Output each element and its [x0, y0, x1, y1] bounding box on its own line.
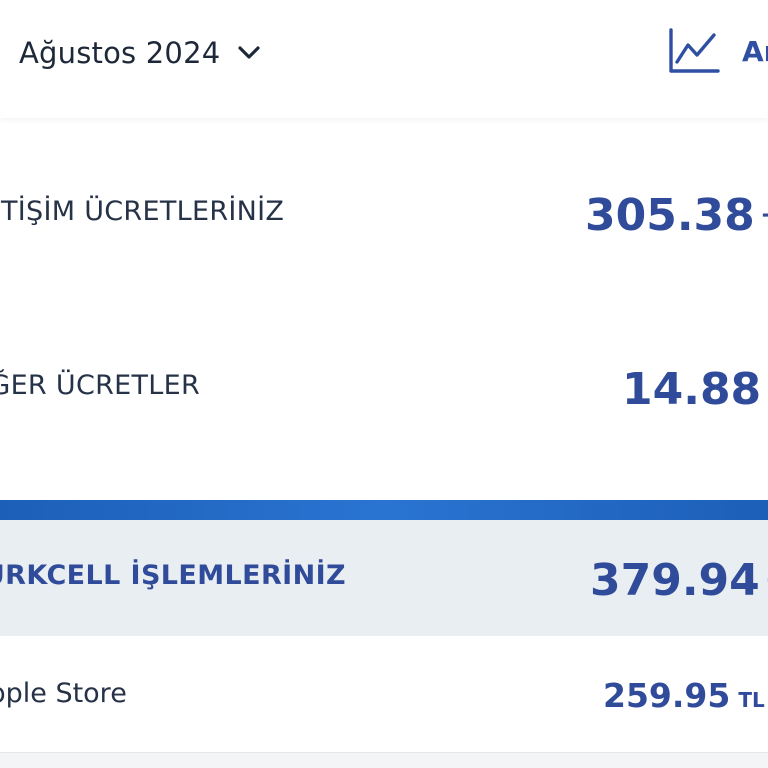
analysis-link[interactable]: Analiz — [668, 26, 768, 76]
screen: Ağustos 2024 Analiz İLETİŞİM ÜCRETLERİNİ… — [0, 0, 768, 768]
other-fees-amount: 14.88 TL — [622, 364, 768, 415]
communication-fees-currency: TL — [763, 211, 768, 236]
other-fees-label: DİĞER ÜCRETLER — [0, 370, 201, 401]
turkcell-transactions-amount: 379.94 TL — [590, 555, 768, 606]
line-chart-icon — [668, 28, 720, 74]
header: Ağustos 2024 Analiz — [0, 0, 768, 118]
apple-store-label: Apple Store — [0, 678, 127, 709]
communication-fees-label: İLETİŞİM ÜCRETLERİNİZ — [0, 196, 285, 227]
month-selector[interactable]: Ağustos 2024 — [19, 30, 262, 76]
communication-fees-amount: 305.38 TL — [585, 190, 768, 241]
section-divider-bar — [0, 500, 768, 520]
turkcell-transactions-value: 379.94 — [590, 555, 760, 606]
analysis-label: Analiz — [742, 34, 768, 68]
chevron-down-icon — [236, 40, 262, 66]
apple-store-value: 259.95 — [603, 676, 731, 715]
month-label: Ağustos 2024 — [19, 36, 221, 70]
apple-store-currency: TL — [738, 688, 765, 712]
turkcell-transactions-label: TURKCELL İŞLEMLERİNİZ — [0, 560, 347, 591]
apple-store-amount: 259.95 TL — [603, 676, 765, 715]
communication-fees-value: 305.38 — [585, 190, 755, 241]
other-fees-value: 14.88 — [622, 364, 762, 415]
